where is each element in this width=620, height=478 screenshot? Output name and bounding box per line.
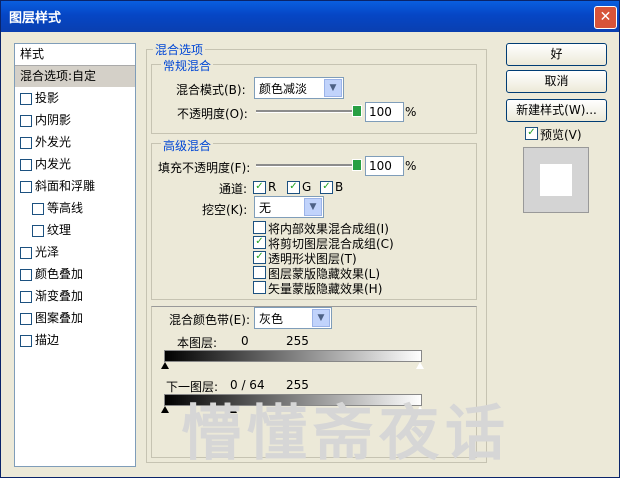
advanced-option-checkbox[interactable]: ✓ <box>253 251 266 264</box>
style-item-label: 等高线 <box>47 201 84 215</box>
style-item[interactable]: 光泽 <box>15 242 135 263</box>
fill-opacity-input[interactable]: 100 <box>365 156 404 176</box>
style-item-checkbox[interactable] <box>20 335 32 347</box>
style-item-checkbox[interactable] <box>20 269 32 281</box>
style-item[interactable]: 颜色叠加 <box>15 264 135 285</box>
style-item-checkbox[interactable] <box>20 115 32 127</box>
channel-b-checkbox[interactable]: ✓ <box>320 181 333 194</box>
blend-options-title: 混合选项 <box>153 41 206 58</box>
advanced-option-checkbox[interactable] <box>253 221 266 234</box>
knockout-value: 无 <box>259 201 272 215</box>
style-item-label: 斜面和浮雕 <box>35 179 96 193</box>
preview-label: 预览(V) <box>540 128 582 142</box>
style-item[interactable]: 描边 <box>15 330 135 351</box>
opacity-slider-thumb[interactable] <box>352 105 362 117</box>
fill-opacity-label: 填充不透明度(F): <box>158 161 251 175</box>
advanced-blending-title: 高级混合 <box>161 137 214 154</box>
style-item[interactable]: 斜面和浮雕 <box>15 176 135 197</box>
style-item-label: 图案叠加 <box>35 311 84 325</box>
styles-header[interactable]: 样式 <box>15 44 135 66</box>
style-item-label: 内阴影 <box>35 113 72 127</box>
style-item-checkbox[interactable] <box>32 225 44 237</box>
this-layer-white-slider[interactable] <box>416 362 424 369</box>
blend-mode-value: 颜色减淡 <box>259 82 308 96</box>
close-icon[interactable]: ✕ <box>594 6 617 29</box>
chevron-down-icon: ▼ <box>324 79 342 97</box>
channel-r-label: R <box>268 180 277 194</box>
fill-opacity-slider-thumb[interactable] <box>352 159 362 171</box>
style-item-label: 内发光 <box>35 157 72 171</box>
general-blending-group <box>151 64 477 134</box>
knockout-label: 挖空(K): <box>202 203 248 217</box>
this-layer-gradient <box>164 350 422 362</box>
advanced-option-checkbox[interactable] <box>253 266 266 279</box>
title-bar[interactable]: 图层样式 ✕ <box>1 1 619 32</box>
style-item-label: 渐变叠加 <box>35 289 84 303</box>
style-item-label: 颜色叠加 <box>35 267 84 281</box>
style-item[interactable]: 混合选项:自定 <box>15 66 135 87</box>
opacity-label: 不透明度(O): <box>177 107 248 121</box>
style-item-label: 描边 <box>35 333 60 347</box>
general-blending-title: 常规混合 <box>161 57 214 74</box>
ok-button[interactable]: 好 <box>506 43 607 66</box>
dialog-title: 图层样式 <box>9 11 62 26</box>
channel-g-label: G <box>302 180 312 194</box>
opacity-slider[interactable] <box>256 110 356 113</box>
style-item-label: 纹理 <box>47 223 72 237</box>
knockout-select[interactable]: 无 ▼ <box>254 196 324 218</box>
layer-style-dialog: 图层样式 ✕ 样式 混合选项:自定投影内阴影外发光内发光斜面和浮雕等高线纹理光泽… <box>0 0 620 478</box>
chevron-down-icon: ▼ <box>304 198 322 216</box>
preview-swatch <box>540 164 572 196</box>
style-item-checkbox[interactable] <box>20 247 32 259</box>
fill-opacity-unit: % <box>405 159 417 173</box>
style-item[interactable]: 投影 <box>15 88 135 109</box>
style-item-label: 投影 <box>35 91 60 105</box>
underlying-layer-black-slider-left[interactable] <box>161 406 169 413</box>
style-item-checkbox[interactable] <box>20 93 32 105</box>
style-item[interactable]: 等高线 <box>15 198 135 219</box>
styles-list: 样式 混合选项:自定投影内阴影外发光内发光斜面和浮雕等高线纹理光泽颜色叠加渐变叠… <box>14 43 136 467</box>
blend-if-label: 混合颜色带(E): <box>169 313 250 327</box>
chevron-down-icon: ▼ <box>312 309 330 327</box>
channel-g-checkbox[interactable]: ✓ <box>287 181 300 194</box>
style-item-checkbox[interactable] <box>20 181 32 193</box>
style-item-label: 混合选项:自定 <box>20 69 97 83</box>
blend-if-select[interactable]: 灰色 ▼ <box>254 307 332 329</box>
advanced-option-label: 矢量蒙版隐藏效果(H) <box>268 282 383 296</box>
opacity-unit: % <box>405 105 417 119</box>
blend-mode-label: 混合模式(B): <box>176 83 246 97</box>
style-item-checkbox[interactable] <box>20 313 32 325</box>
this-layer-low: 0 <box>241 334 249 348</box>
blend-mode-select[interactable]: 颜色减淡 ▼ <box>254 77 344 99</box>
preview-checkbox[interactable]: ✓ <box>525 127 538 140</box>
advanced-option-checkbox[interactable]: ✓ <box>253 236 266 249</box>
style-item-checkbox[interactable] <box>20 137 32 149</box>
blend-if-value: 灰色 <box>259 312 284 326</box>
channel-b-label: B <box>335 180 344 194</box>
style-item[interactable]: 内阴影 <box>15 110 135 131</box>
style-item-label: 外发光 <box>35 135 72 149</box>
watermark: 懵懂斋夜话 <box>181 399 511 469</box>
this-layer-high: 255 <box>286 334 309 348</box>
style-item[interactable]: 外发光 <box>15 132 135 153</box>
style-item-checkbox[interactable] <box>20 291 32 303</box>
cancel-button[interactable]: 取消 <box>506 70 607 93</box>
channels-label: 通道: <box>219 182 248 196</box>
style-item[interactable]: 内发光 <box>15 154 135 175</box>
this-layer-label: 本图层: <box>177 336 218 350</box>
fill-opacity-slider[interactable] <box>256 164 356 167</box>
style-item-label: 光泽 <box>35 245 60 259</box>
channel-r-checkbox[interactable]: ✓ <box>253 181 266 194</box>
this-layer-black-slider[interactable] <box>161 362 169 369</box>
new-style-button[interactable]: 新建样式(W)... <box>506 99 607 122</box>
styles-header-label: 样式 <box>20 47 45 61</box>
style-item-checkbox[interactable] <box>20 159 32 171</box>
preview-box <box>523 147 589 213</box>
opacity-input[interactable]: 100 <box>365 102 404 122</box>
style-item[interactable]: 渐变叠加 <box>15 286 135 307</box>
style-item[interactable]: 图案叠加 <box>15 308 135 329</box>
style-item[interactable]: 纹理 <box>15 220 135 241</box>
style-item-checkbox[interactable] <box>32 203 44 215</box>
advanced-option-checkbox[interactable] <box>253 281 266 294</box>
